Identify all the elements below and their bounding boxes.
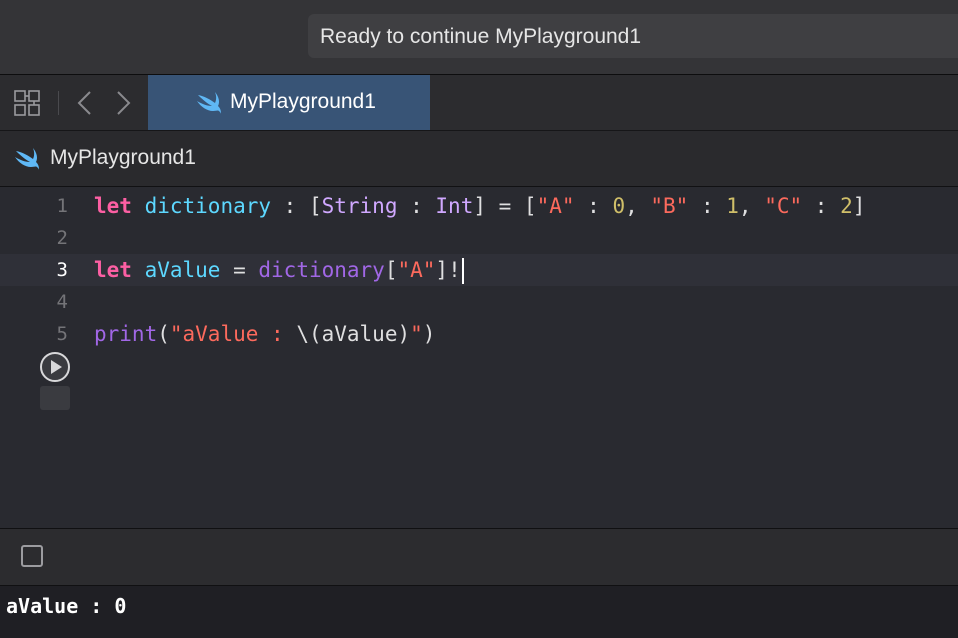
code-token: : [ — [271, 194, 322, 218]
code-token: : — [397, 194, 436, 218]
code-line[interactable]: 2 — [0, 222, 958, 254]
breadcrumb-item-myplayground1[interactable]: MyPlayground1 — [50, 146, 196, 170]
code-line[interactable]: 1 let dictionary : [String : Int] = ["A"… — [0, 190, 958, 222]
code-token: "A" — [536, 194, 575, 218]
code-token: String — [321, 194, 398, 218]
code-text: let aValue = dictionary["A"]! — [94, 254, 464, 286]
code-line[interactable]: 4 — [0, 286, 958, 318]
console-output: aValue : 0 — [6, 594, 127, 618]
code-token: , — [625, 194, 651, 218]
code-token: : — [802, 194, 841, 218]
swift-icon — [197, 92, 221, 114]
code-token: dictionary — [144, 194, 272, 218]
activity-status-field: Ready to continue MyPlayground1 — [308, 14, 958, 58]
code-token: [ — [384, 258, 398, 282]
code-token: , — [738, 194, 765, 218]
swift-icon — [15, 148, 39, 170]
code-token: : — [688, 194, 727, 218]
line-number: 3 — [56, 259, 68, 281]
code-line-current[interactable]: 3 let aValue = dictionary["A"]! — [0, 254, 958, 286]
breadcrumb: MyPlayground1 — [0, 131, 958, 187]
code-token: "C" — [764, 194, 803, 218]
code-text: print("aValue : \(aValue)") — [94, 318, 435, 350]
code-token: = — [220, 258, 259, 282]
code-token: : — [574, 194, 613, 218]
code-token: ( — [157, 322, 170, 346]
code-token: Int — [435, 194, 474, 218]
code-token: 0 — [612, 194, 626, 218]
code-token: "A" — [397, 258, 436, 282]
play-icon[interactable] — [39, 351, 71, 383]
code-token: 2 — [840, 194, 853, 218]
code-token: \(aValue) — [296, 322, 411, 346]
code-token: ] — [852, 194, 866, 218]
square-icon[interactable] — [21, 545, 43, 567]
code-line[interactable]: 5 print("aValue : \(aValue)") — [0, 318, 958, 350]
code-token: ] = [ — [473, 194, 537, 218]
code-token: "aValue : — [169, 322, 297, 346]
window-toolbar: Ready to continue MyPlayground1 — [0, 0, 958, 75]
tab-label: MyPlayground1 — [230, 90, 376, 113]
run-line-button-placeholder[interactable] — [40, 386, 70, 410]
chevron-right-icon[interactable] — [112, 89, 134, 117]
code-token: "B" — [650, 194, 689, 218]
source-editor[interactable]: 1 let dictionary : [String : Int] = ["A"… — [0, 187, 958, 528]
line-number: 2 — [56, 227, 68, 249]
line-number: 5 — [56, 323, 68, 345]
code-token: ) — [422, 322, 436, 346]
code-token: let — [94, 258, 132, 282]
grid-icon[interactable] — [14, 90, 40, 116]
debug-bar — [0, 528, 958, 586]
chevron-left-icon[interactable] — [74, 89, 96, 117]
code-token: aValue — [144, 258, 221, 282]
toolbar-divider — [58, 91, 59, 115]
code-token: 1 — [726, 194, 739, 218]
line-number: 1 — [56, 195, 68, 217]
code-token: let — [94, 194, 132, 218]
code-token: " — [410, 322, 423, 346]
console-area: aValue : 0 — [0, 586, 958, 638]
code-token: dictionary — [258, 258, 385, 282]
text-cursor — [461, 258, 464, 284]
tab-myplayground1[interactable]: MyPlayground1 — [148, 75, 430, 130]
tab-bar: MyPlayground1 — [0, 75, 958, 131]
line-number: 4 — [56, 291, 68, 313]
code-token: ]! — [435, 258, 461, 282]
activity-status-text: Ready to continue MyPlayground1 — [320, 25, 642, 48]
code-token: print — [94, 322, 158, 346]
code-text: let dictionary : [String : Int] = ["A" :… — [94, 190, 865, 222]
